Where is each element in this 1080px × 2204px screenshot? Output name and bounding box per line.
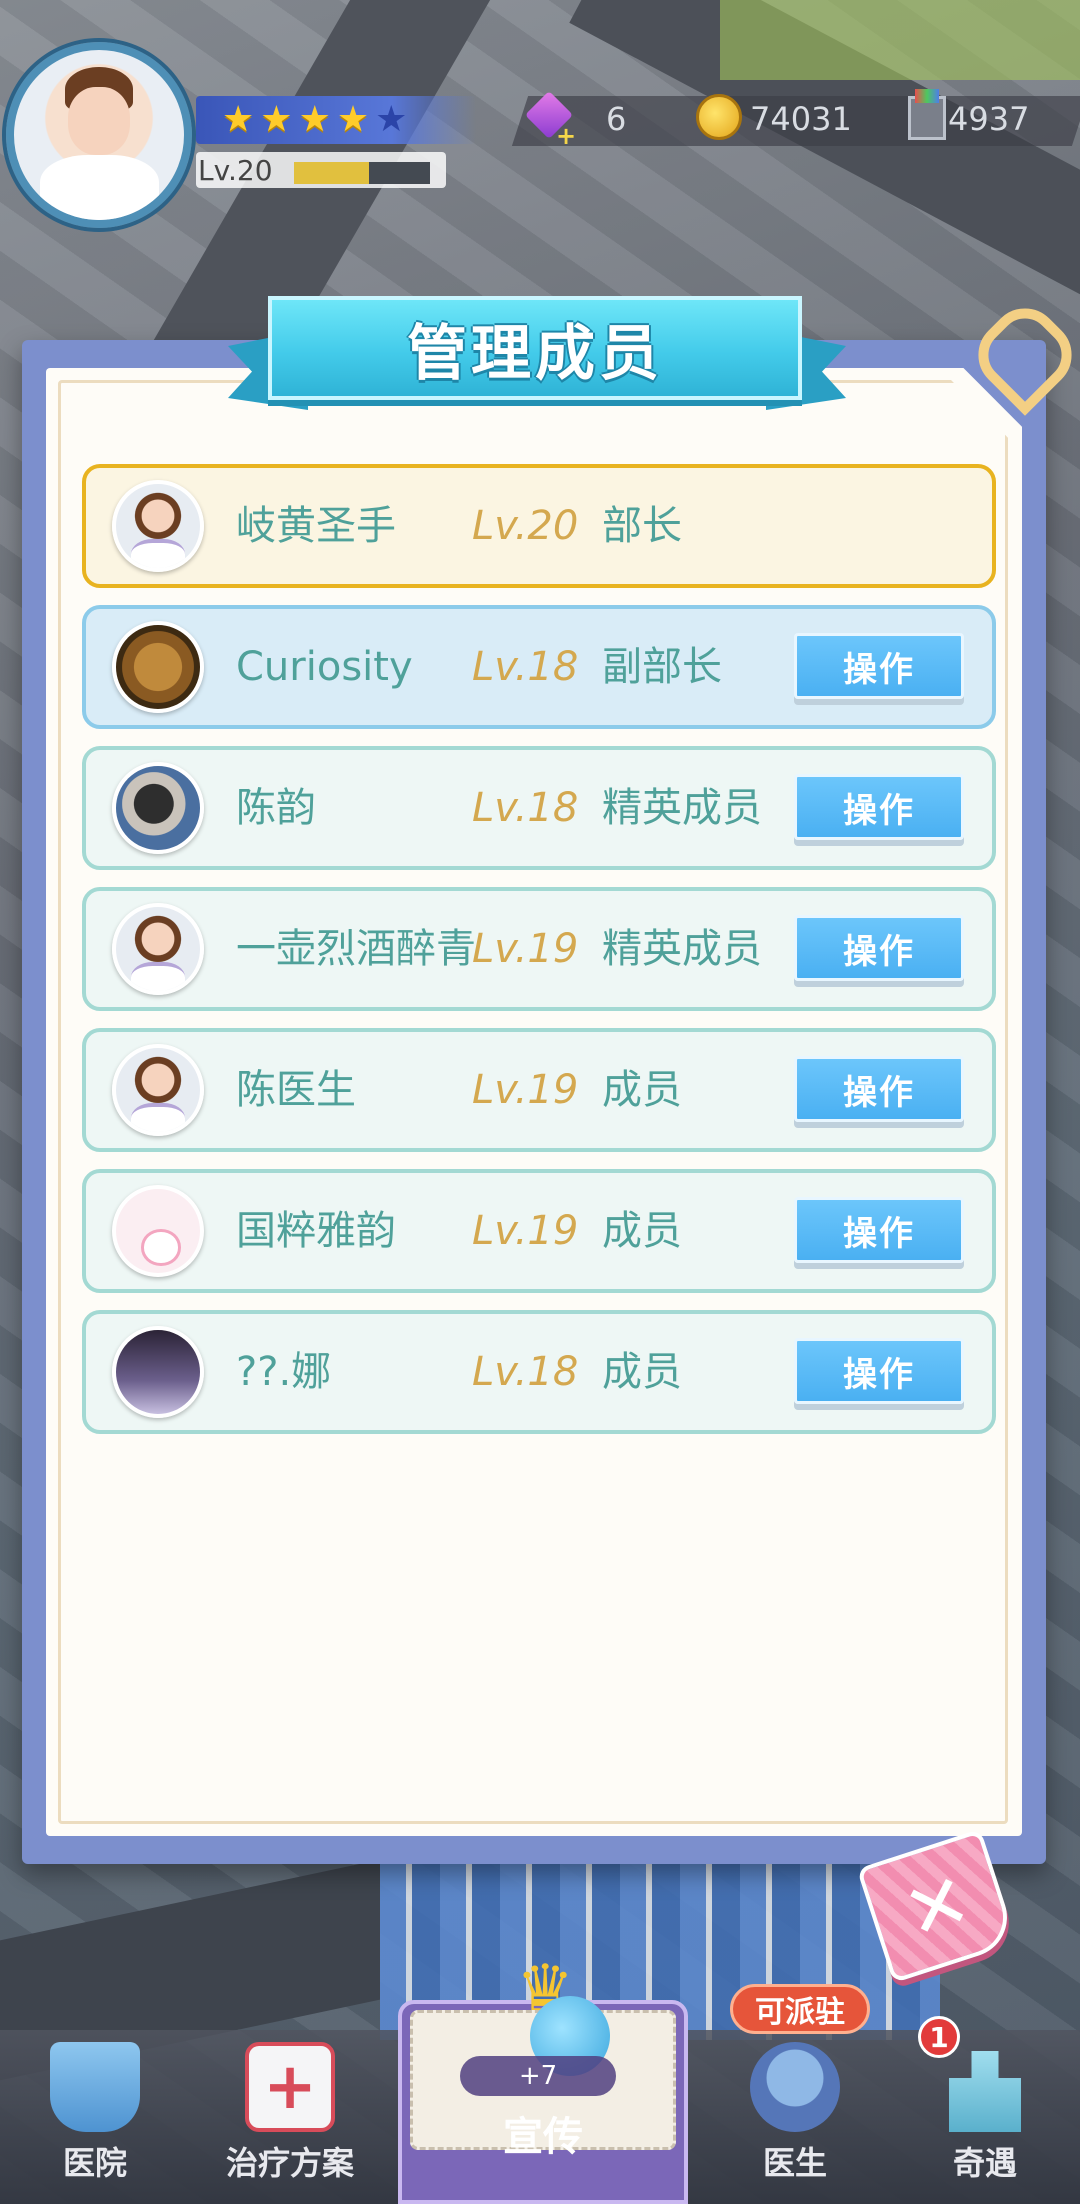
member-role: 精英成员 xyxy=(602,926,762,972)
member-level: Lv.19 xyxy=(472,1208,579,1254)
nav-label: 医生 xyxy=(762,2144,827,2182)
promotion-count: +7 xyxy=(460,2056,616,2096)
star-empty-icon: ★ xyxy=(375,99,408,140)
photo-avatar[interactable] xyxy=(112,762,204,854)
player-avatar[interactable] xyxy=(6,42,192,228)
level-progress-fill xyxy=(294,162,369,184)
member-action-button[interactable]: 操作 xyxy=(794,1338,964,1404)
member-role: 部长 xyxy=(602,503,682,549)
nurse-avatar[interactable] xyxy=(112,480,204,572)
member-action-button[interactable]: 操作 xyxy=(794,774,964,840)
cat-avatar[interactable] xyxy=(112,621,204,713)
star-filled-icon: ★ xyxy=(222,99,255,140)
member-row: ??.娜 Lv.18 成员 操作 xyxy=(82,1310,996,1434)
city-icon xyxy=(949,2051,1021,2132)
coin-count: 74031 xyxy=(750,100,852,138)
player-level: Lv.20 xyxy=(198,154,273,187)
member-action-button[interactable]: 操作 xyxy=(794,633,964,699)
member-name: 岐黄圣手 xyxy=(236,503,396,549)
nav-treatment[interactable]: 治疗方案 xyxy=(190,2030,390,2204)
nav-label: 宣传 xyxy=(503,2114,583,2160)
member-row: 陈医生 Lv.19 成员 操作 xyxy=(82,1028,996,1152)
member-name: ??.娜 xyxy=(236,1349,332,1395)
member-level: Lv.18 xyxy=(472,1349,579,1395)
star-filled-icon: ★ xyxy=(298,99,331,140)
gem-count: 6 xyxy=(606,100,627,138)
member-role: 精英成员 xyxy=(602,785,762,831)
close-icon: ✕ xyxy=(892,1853,982,1959)
nav-label: 奇遇 xyxy=(952,2144,1017,2182)
member-action-button[interactable]: 操作 xyxy=(794,1197,964,1263)
lawn xyxy=(720,0,1080,80)
member-role: 成员 xyxy=(602,1067,682,1113)
member-level: Lv.18 xyxy=(472,785,579,831)
star-filled-icon: ★ xyxy=(260,99,293,140)
medkit-icon xyxy=(245,2042,335,2132)
member-action-button[interactable]: 操作 xyxy=(794,915,964,981)
member-name: Curiosity xyxy=(236,644,413,690)
member-level: Lv.18 xyxy=(472,644,579,690)
nav-hospital[interactable]: 医院 xyxy=(0,2030,190,2204)
member-name: 陈韵 xyxy=(236,785,316,831)
nurse-avatar[interactable] xyxy=(112,1044,204,1136)
sticker-avatar[interactable] xyxy=(112,1185,204,1277)
member-role: 成员 xyxy=(602,1349,682,1395)
member-row: 国粹雅韵 Lv.19 成员 操作 xyxy=(82,1169,996,1293)
nav-label: 治疗方案 xyxy=(225,2144,354,2182)
member-name: 国粹雅韵 xyxy=(236,1208,396,1254)
dispatch-badge: 可派驻 xyxy=(730,1984,870,2034)
member-level: Lv.19 xyxy=(472,1067,579,1113)
coin-icon xyxy=(696,94,742,140)
nav-label: 医院 xyxy=(62,2144,127,2182)
hospital-icon xyxy=(50,2042,140,2132)
materials-crate-icon xyxy=(908,89,946,140)
member-row: Curiosity Lv.18 副部长 操作 xyxy=(82,605,996,729)
dark-avatar[interactable] xyxy=(112,1326,204,1418)
member-row: 陈韵 Lv.18 精英成员 操作 xyxy=(82,746,996,870)
materials-count: 4937 xyxy=(948,100,1030,138)
notification-badge: 1 xyxy=(918,2016,960,2058)
nav-doctor[interactable]: 医生 xyxy=(700,2030,890,2204)
star-rating: ★ ★ ★ ★ ★ xyxy=(222,98,407,142)
member-list: 岐黄圣手 Lv.20 部长 Curiosity Lv.18 副部长 操作 陈韵 Lv.18 精英成… xyxy=(82,464,996,1451)
dialog-title: 管理成员 xyxy=(407,318,663,389)
member-role: 成员 xyxy=(602,1208,682,1254)
doctor-icon xyxy=(750,2042,840,2132)
member-row: 岐黄圣手 Lv.20 部长 xyxy=(82,464,996,588)
member-row: 一壶烈酒醉青 Lv.19 精英成员 操作 xyxy=(82,887,996,1011)
nurse-avatar[interactable] xyxy=(112,903,204,995)
member-action-button[interactable]: 操作 xyxy=(794,1056,964,1122)
member-name: 陈医生 xyxy=(236,1067,356,1113)
nav-adventure[interactable]: 奇遇 xyxy=(890,2030,1080,2204)
member-level: Lv.19 xyxy=(472,926,579,972)
star-filled-icon: ★ xyxy=(336,99,370,140)
member-name: 一壶烈酒醉青 xyxy=(236,926,476,972)
member-role: 副部长 xyxy=(602,644,722,690)
add-gems-icon[interactable]: + xyxy=(556,122,576,150)
member-level: Lv.20 xyxy=(472,503,579,549)
level-progress-track xyxy=(294,162,430,184)
